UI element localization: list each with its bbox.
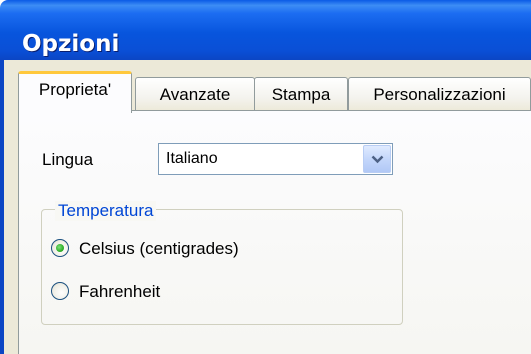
- language-label: Lingua: [42, 150, 94, 169]
- tab-proprieta[interactable]: Proprieta': [18, 71, 132, 113]
- window-title: Opzioni: [22, 31, 120, 57]
- tab-label: Avanzate: [159, 84, 231, 104]
- celsius-radio[interactable]: [51, 239, 69, 257]
- fahrenheit-radio[interactable]: [51, 282, 69, 300]
- tab-personalizzazioni[interactable]: Personalizzazioni: [348, 77, 531, 111]
- fahrenheit-label[interactable]: Fahrenheit: [79, 282, 160, 302]
- celsius-label[interactable]: Celsius (centigrades): [79, 239, 239, 259]
- radio-selected-dot: [56, 244, 64, 252]
- dropdown-button[interactable]: [363, 145, 391, 173]
- temperature-group: [41, 209, 403, 325]
- chevron-down-icon: [371, 155, 384, 164]
- temperature-group-title: Temperatura: [55, 201, 157, 221]
- language-selected-value: Italiano: [166, 150, 218, 167]
- language-select[interactable]: Italiano: [158, 143, 393, 175]
- tab-strip: Proprieta' Avanzate Stampa Personalizzaz…: [18, 71, 531, 113]
- title-bar[interactable]: Opzioni: [0, 0, 531, 60]
- tab-label: Personalizzazioni: [373, 84, 506, 104]
- tab-label: Proprieta': [38, 80, 112, 99]
- tab-avanzate[interactable]: Avanzate: [135, 77, 255, 111]
- tab-stampa[interactable]: Stampa: [254, 77, 348, 111]
- tab-label: Stampa: [271, 84, 331, 104]
